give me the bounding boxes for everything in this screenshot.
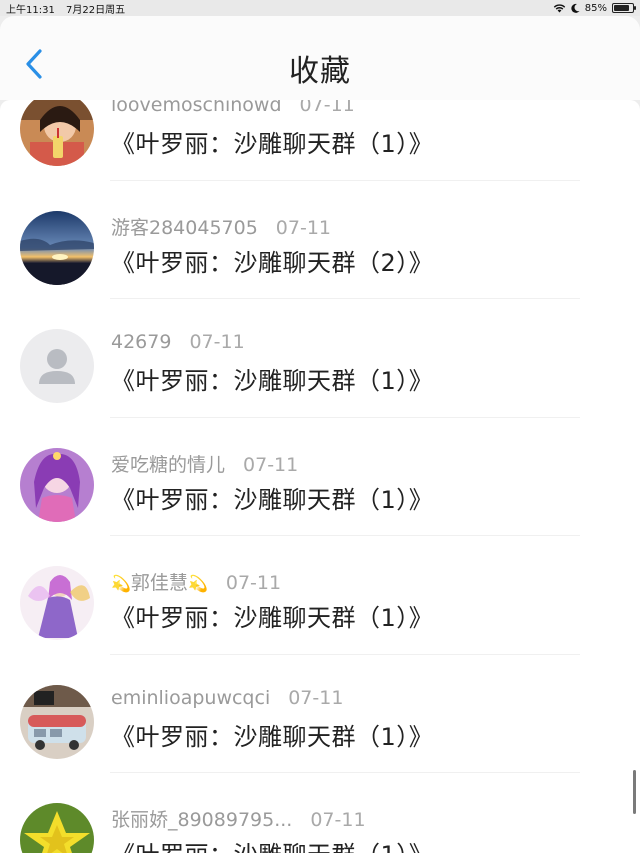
avatar[interactable] — [20, 100, 94, 166]
item-title[interactable]: 《叶罗丽：沙雕聊天群（1）》 — [111, 480, 433, 515]
status-left: 上午11:31 7月22日周五 — [6, 1, 133, 16]
list-container: loovemoschinowd 07-11 《叶罗丽：沙雕聊天群（1）》 游客284… — [0, 100, 640, 853]
avatar[interactable] — [20, 447, 94, 522]
star-fruit-avatar-image — [20, 803, 94, 853]
avatar[interactable] — [20, 210, 94, 285]
default-person-avatar-image — [20, 329, 94, 403]
girl-drink-avatar-image — [20, 100, 94, 166]
avatar[interactable] — [20, 566, 94, 640]
item-date: 07-11 — [310, 809, 366, 831]
author-name[interactable]: 游客284045705 — [111, 217, 258, 239]
author-name[interactable]: 张丽娇_89089795... — [111, 809, 292, 831]
item-meta: 游客284045705 07-11 — [111, 213, 331, 240]
status-bar: 上午11:31 7月22日周五 85% — [0, 0, 640, 16]
nav-bar: 收藏 — [0, 16, 640, 100]
avatar[interactable] — [20, 684, 94, 759]
battery-fill — [614, 5, 630, 11]
item-title[interactable]: 《叶罗丽：沙雕聊天群（1）》 — [111, 717, 433, 752]
anime-fairy-avatar-image — [20, 566, 94, 640]
item-date: 07-11 — [288, 686, 344, 709]
item-meta: 爱吃糖的情儿 07-11 — [111, 450, 298, 477]
battery-icon — [612, 3, 636, 13]
scrollbar-thumb[interactable] — [633, 770, 636, 814]
list-item[interactable]: 张丽娇_89089795... 07-11 《叶罗丽：沙雕聊天群（1）》 — [0, 773, 640, 853]
purple-doll-avatar-image — [20, 447, 94, 522]
author-name[interactable]: 郭佳慧 — [131, 572, 188, 594]
author-name[interactable]: 爱吃糖的情儿 — [111, 454, 225, 476]
item-title[interactable]: 《叶罗丽：沙雕聊天群（2）》 — [111, 243, 433, 278]
list-item[interactable]: loovemoschinowd 07-11 《叶罗丽：沙雕聊天群（1）》 — [0, 100, 640, 181]
author-name[interactable]: eminlioapuwcqci — [111, 687, 270, 709]
item-meta: 💫郭佳慧💫 07-11 — [111, 568, 281, 595]
status-date: 7月22日周五 — [66, 4, 126, 16]
item-title[interactable]: 《叶罗丽：沙雕聊天群（1）》 — [111, 835, 433, 853]
item-date: 07-11 — [275, 216, 332, 239]
sparkle-icon: 💫 — [111, 574, 131, 593]
page-title: 收藏 — [289, 54, 351, 89]
avatar[interactable] — [20, 329, 94, 403]
moon-icon — [571, 3, 580, 13]
avatar[interactable] — [20, 803, 94, 853]
wifi-icon — [553, 4, 565, 13]
author-name[interactable]: 42679 — [111, 331, 171, 353]
item-date: 07-11 — [189, 331, 245, 353]
sunset-avatar-image — [20, 210, 94, 285]
item-title[interactable]: 《叶罗丽：沙雕聊天群（1）》 — [111, 598, 433, 633]
list-item[interactable]: 游客284045705 07-11 《叶罗丽：沙雕聊天群（2）》 — [0, 181, 640, 299]
item-meta: eminlioapuwcqci 07-11 — [111, 687, 343, 709]
item-date: 07-11 — [225, 572, 282, 594]
sparkle-icon: 💫 — [187, 574, 208, 593]
status-time: 上午11:31 — [6, 4, 55, 16]
list-item[interactable]: 42679 07-11 《叶罗丽：沙雕聊天群（1）》 — [0, 299, 640, 418]
item-title[interactable]: 《叶罗丽：沙雕聊天群（1）》 — [111, 361, 433, 396]
favorites-list[interactable]: loovemoschinowd 07-11 《叶罗丽：沙雕聊天群（1）》 游客284… — [0, 100, 640, 853]
bus-avatar-image — [20, 684, 94, 759]
item-date: 07-11 — [299, 100, 355, 116]
battery-percent: 85% — [584, 2, 607, 14]
item-meta: 42679 07-11 — [111, 331, 245, 353]
list-item[interactable]: eminlioapuwcqci 07-11 《叶罗丽：沙雕聊天群（1）》 — [0, 655, 640, 773]
status-right: 85% — [553, 2, 636, 14]
item-title[interactable]: 《叶罗丽：沙雕聊天群（1）》 — [111, 124, 433, 159]
item-meta: 张丽娇_89089795... 07-11 — [111, 805, 366, 832]
author-name[interactable]: loovemoschinowd — [111, 100, 282, 116]
list-item[interactable]: 爱吃糖的情儿 07-11 《叶罗丽：沙雕聊天群（1）》 — [0, 418, 640, 536]
item-meta: loovemoschinowd 07-11 — [111, 100, 355, 116]
item-date: 07-11 — [243, 453, 299, 476]
list-item[interactable]: 💫郭佳慧💫 07-11 《叶罗丽：沙雕聊天群（1）》 — [0, 536, 640, 655]
